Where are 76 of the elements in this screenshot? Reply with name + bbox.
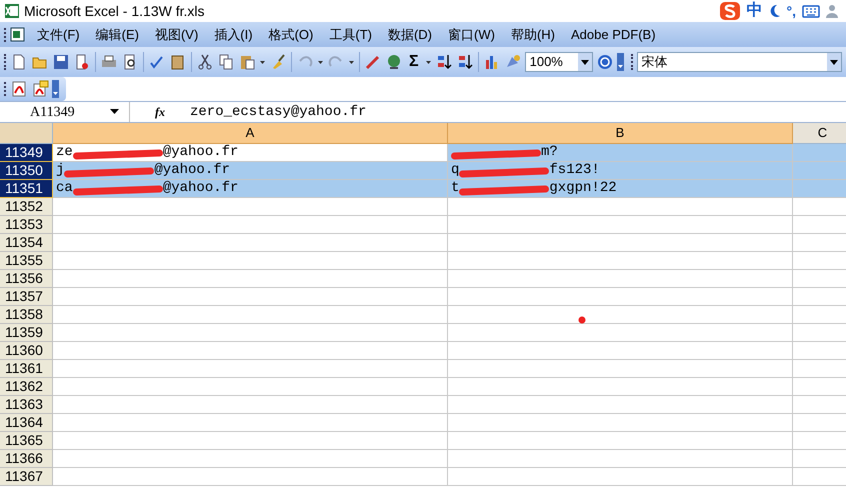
row-header[interactable]: 11353 <box>0 216 53 234</box>
row-header[interactable]: 11358 <box>0 306 53 324</box>
pdf-comment-icon[interactable] <box>31 80 49 98</box>
cell-text: t <box>451 179 460 198</box>
cell-text: @yahoo.fr <box>154 161 230 180</box>
row-header[interactable]: 11361 <box>0 360 53 378</box>
grip-icon <box>630 54 634 70</box>
row-header[interactable]: 11367 <box>0 468 53 486</box>
cell-text: ze <box>56 143 73 162</box>
formula-input[interactable]: zero_ecstasy@yahoo.fr <box>190 102 846 122</box>
pdf-document-icon[interactable] <box>10 80 28 98</box>
marker-dot <box>578 316 586 324</box>
menu-item[interactable]: 窗口(W) <box>440 24 503 44</box>
name-box[interactable]: A11349 <box>0 102 130 122</box>
row-header[interactable]: 11362 <box>0 378 53 396</box>
ime-mode-toggle[interactable]: 中 <box>746 0 762 23</box>
ime-logo-icon[interactable] <box>718 1 740 21</box>
toolbar-options-icon[interactable] <box>616 53 624 71</box>
row-header[interactable]: 11366 <box>0 450 53 468</box>
menu-item[interactable]: 插入(I) <box>206 24 261 44</box>
sheet-icon[interactable] <box>9 26 27 42</box>
drawing-pencil-icon[interactable] <box>364 53 382 71</box>
row-header[interactable]: 11351 <box>0 180 53 198</box>
cell-text: gxgpn!22 <box>549 179 617 198</box>
row-header[interactable]: 11350 <box>0 162 53 180</box>
excel-logo-icon <box>4 3 20 19</box>
row-header[interactable]: 11355 <box>0 252 53 270</box>
row-header[interactable]: 11359 <box>0 324 53 342</box>
dropdown-arrow-icon[interactable] <box>110 109 119 115</box>
menu-item[interactable]: 视图(V) <box>146 24 206 44</box>
row-header[interactable]: 11365 <box>0 432 53 450</box>
punctuation-toggle[interactable]: °, <box>786 0 796 22</box>
column-header[interactable]: A <box>53 123 448 144</box>
cut-icon[interactable] <box>196 53 214 71</box>
copy-icon[interactable] <box>217 53 235 71</box>
cell-text: j <box>56 161 64 180</box>
window-title: Microsoft Excel - 1.13W fr.xls <box>24 2 204 20</box>
column-header[interactable]: C <box>793 123 846 144</box>
menu-item[interactable]: 格式(O) <box>260 24 322 44</box>
globe-link-icon[interactable] <box>385 53 403 71</box>
menu-item[interactable]: 编辑(E) <box>88 24 147 44</box>
row-header[interactable]: 11356 <box>0 270 53 288</box>
cell-text: fs123! <box>549 161 600 180</box>
row-header[interactable]: 11363 <box>0 396 53 414</box>
menu-item[interactable]: 工具(T) <box>321 24 380 44</box>
dropdown-arrow-icon[interactable] <box>830 60 838 64</box>
zoom-dropdown[interactable]: 100% <box>524 52 593 72</box>
row-header[interactable]: 11360 <box>0 342 53 360</box>
help-icon[interactable] <box>596 53 614 71</box>
dropdown-arrow-icon[interactable] <box>580 60 589 64</box>
menu-item[interactable]: 数据(D) <box>380 24 440 44</box>
moon-icon[interactable] <box>768 4 780 18</box>
menu-item[interactable]: 帮助(H) <box>502 24 563 44</box>
save-icon[interactable] <box>52 53 70 71</box>
grip-icon <box>4 82 7 96</box>
row-header[interactable]: 11357 <box>0 288 53 306</box>
autosum-button[interactable]: Σ <box>406 50 422 74</box>
toolbar-options-icon[interactable] <box>52 80 59 98</box>
menu-item[interactable]: Adobe PDF(B) <box>563 24 664 44</box>
insert-function-button[interactable]: fx <box>130 103 190 121</box>
cell-text: q <box>451 161 460 180</box>
row-header[interactable]: 11364 <box>0 414 53 432</box>
cell-text: m? <box>541 143 558 162</box>
cell-text: ca <box>56 179 73 198</box>
column-header[interactable]: B <box>448 123 793 144</box>
row-header[interactable]: 11354 <box>0 234 53 252</box>
row-header[interactable]: 11352 <box>0 198 53 216</box>
row-header[interactable]: 11349 <box>0 144 53 162</box>
keyboard-icon[interactable] <box>802 4 820 18</box>
grip-icon <box>4 28 7 42</box>
paste-icon[interactable] <box>238 53 256 71</box>
menu-item[interactable]: 文件(F) <box>29 24 88 44</box>
cell-text: @yahoo.fr <box>162 143 238 162</box>
grip-icon <box>4 54 7 70</box>
cell-text: @yahoo.fr <box>162 179 238 198</box>
font-dropdown[interactable]: 宋体 <box>636 52 842 72</box>
